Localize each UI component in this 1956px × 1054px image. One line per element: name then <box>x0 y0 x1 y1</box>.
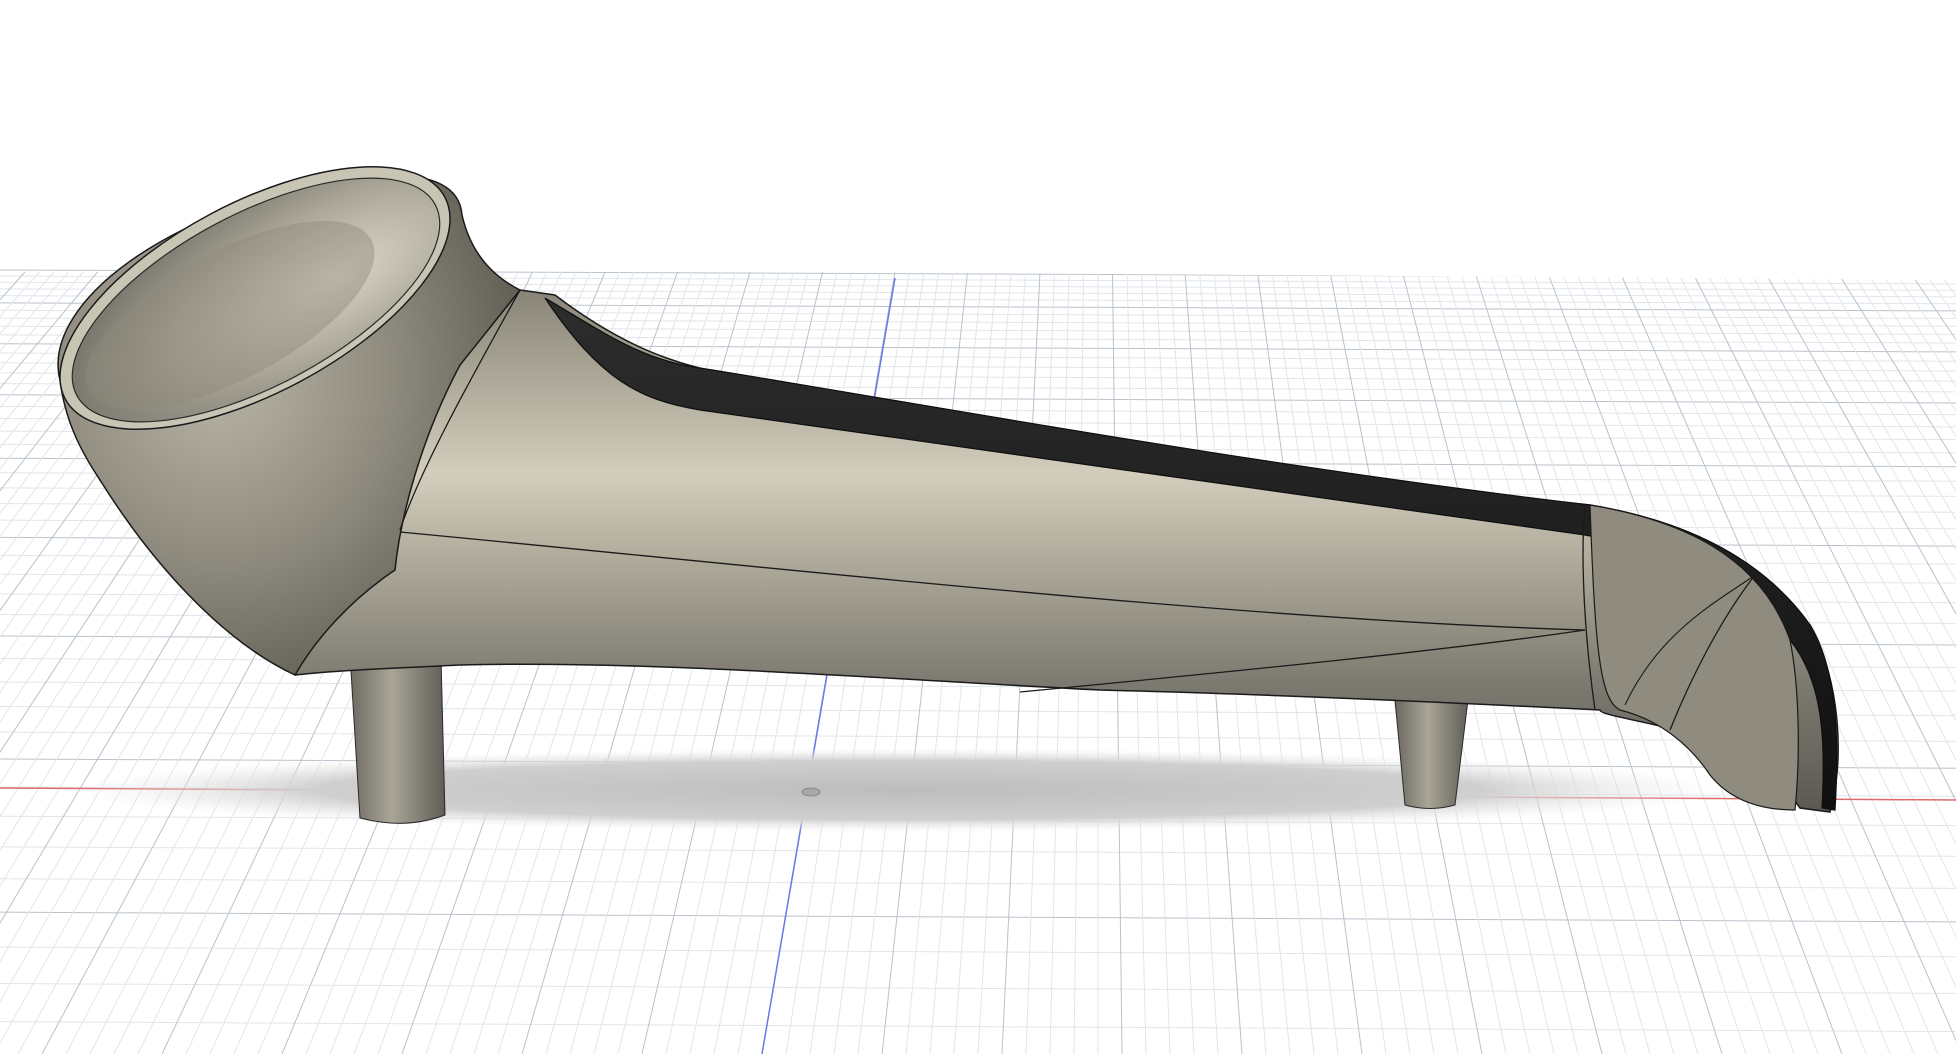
grid-line <box>1924 271 1956 319</box>
grid-line <box>0 271 26 301</box>
grid-line <box>0 983 1956 994</box>
3d-canvas[interactable] <box>0 0 1956 1054</box>
grid-line <box>1837 271 1956 465</box>
grid-line <box>0 271 55 335</box>
tail-curl[interactable] <box>1589 504 1799 811</box>
grid-line <box>1866 271 1956 412</box>
grid-line <box>0 846 1956 857</box>
origin-point-icon[interactable] <box>801 787 821 797</box>
grid-line <box>0 878 1956 889</box>
grid-line <box>0 946 1956 958</box>
scene-svg[interactable] <box>0 0 1956 1054</box>
ground-shadow <box>70 748 1730 832</box>
rear-leg[interactable] <box>1394 692 1469 809</box>
